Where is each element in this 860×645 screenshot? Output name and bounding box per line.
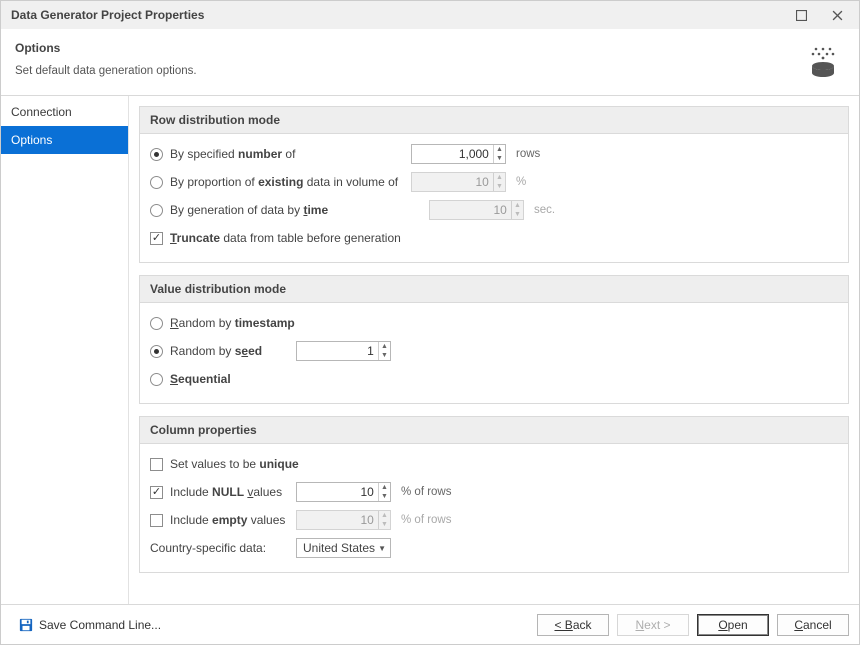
radio-icon bbox=[150, 373, 163, 386]
radio-label: By specified number of bbox=[170, 147, 295, 161]
group-title: Column properties bbox=[140, 417, 848, 444]
up-icon: ▲ bbox=[494, 145, 505, 154]
checkbox-truncate[interactable]: Truncate data from table before generati… bbox=[150, 231, 401, 245]
unit-label: sec. bbox=[534, 204, 555, 216]
null-percent-value[interactable] bbox=[297, 483, 378, 501]
spinner-arrows[interactable]: ▲▼ bbox=[493, 145, 505, 163]
group-title: Row distribution mode bbox=[140, 107, 848, 134]
window-title: Data Generator Project Properties bbox=[11, 8, 204, 22]
empty-percent-value bbox=[297, 511, 378, 529]
save-command-line-button[interactable]: Save Command Line... bbox=[11, 614, 169, 636]
open-button[interactable]: Open bbox=[697, 614, 769, 636]
radio-icon bbox=[150, 317, 163, 330]
radio-random-seed[interactable]: Random by seed bbox=[150, 344, 290, 358]
checkbox-label: Include NULL values bbox=[170, 485, 282, 499]
next-button: Next > bbox=[617, 614, 689, 636]
footer: Save Command Line... < Back Next > Open … bbox=[1, 604, 859, 644]
group-title: Value distribution mode bbox=[140, 276, 848, 303]
seed-value[interactable] bbox=[297, 342, 378, 360]
country-value: United States bbox=[303, 541, 375, 555]
radio-label: By proportion of existing data in volume… bbox=[170, 175, 398, 189]
down-icon: ▼ bbox=[512, 210, 523, 219]
radio-label: Random by seed bbox=[170, 344, 262, 358]
back-button[interactable]: < Back bbox=[537, 614, 609, 636]
up-icon: ▲ bbox=[379, 483, 390, 492]
title-bar: Data Generator Project Properties bbox=[1, 1, 859, 29]
time-value bbox=[430, 201, 511, 219]
sidebar-item-options[interactable]: Options bbox=[1, 126, 128, 154]
group-value-distribution: Value distribution mode Random by timest… bbox=[139, 275, 849, 404]
checkbox-include-null[interactable]: Include NULL values bbox=[150, 485, 290, 499]
up-icon: ▲ bbox=[512, 201, 523, 210]
radio-by-time[interactable]: By generation of data by time bbox=[150, 203, 405, 217]
save-icon bbox=[19, 618, 33, 632]
down-icon: ▼ bbox=[379, 351, 390, 360]
checkbox-icon bbox=[150, 232, 163, 245]
up-icon: ▲ bbox=[494, 173, 505, 182]
save-command-line-label: Save Command Line... bbox=[39, 618, 161, 632]
checkbox-unique[interactable]: Set values to be unique bbox=[150, 457, 299, 471]
unit-label: % bbox=[516, 176, 526, 188]
unit-label: % of rows bbox=[401, 514, 452, 526]
unit-label: % of rows bbox=[401, 486, 452, 498]
sidebar-item-connection[interactable]: Connection bbox=[1, 98, 128, 126]
rows-number-value[interactable] bbox=[412, 145, 493, 163]
page-description: Set default data generation options. bbox=[15, 65, 805, 77]
radio-label: By generation of data by time bbox=[170, 203, 328, 217]
down-icon: ▼ bbox=[379, 492, 390, 501]
spinner-arrows[interactable]: ▲▼ bbox=[378, 483, 390, 501]
chevron-down-icon: ▼ bbox=[378, 544, 386, 553]
radio-by-number[interactable]: By specified number of bbox=[150, 147, 405, 161]
page-header: Options Set default data generation opti… bbox=[1, 29, 859, 96]
radio-icon bbox=[150, 204, 163, 217]
rows-number-input[interactable]: ▲▼ bbox=[411, 144, 506, 164]
page-title: Options bbox=[15, 41, 805, 55]
country-label: Country-specific data: bbox=[150, 541, 290, 555]
checkbox-include-empty[interactable]: Include empty values bbox=[150, 513, 290, 527]
seed-input[interactable]: ▲▼ bbox=[296, 341, 391, 361]
time-input: ▲▼ bbox=[429, 200, 524, 220]
proportion-value bbox=[412, 173, 493, 191]
up-icon: ▲ bbox=[379, 511, 390, 520]
down-icon: ▼ bbox=[494, 182, 505, 191]
spinner-arrows: ▲▼ bbox=[511, 201, 523, 219]
sidebar-item-label: Connection bbox=[11, 105, 72, 119]
checkbox-label: Truncate data from table before generati… bbox=[170, 231, 401, 245]
radio-label: Random by timestamp bbox=[170, 316, 295, 330]
radio-label: Sequential bbox=[170, 372, 231, 386]
radio-icon bbox=[150, 148, 163, 161]
empty-percent-input: ▲▼ bbox=[296, 510, 391, 530]
group-column-properties: Column properties Set values to be uniqu… bbox=[139, 416, 849, 573]
null-percent-input[interactable]: ▲▼ bbox=[296, 482, 391, 502]
checkbox-icon bbox=[150, 486, 163, 499]
sidebar: Connection Options bbox=[1, 96, 129, 604]
body: Connection Options Row distribution mode… bbox=[1, 96, 859, 604]
spinner-arrows: ▲▼ bbox=[493, 173, 505, 191]
country-select[interactable]: United States ▼ bbox=[296, 538, 391, 558]
radio-sequential[interactable]: Sequential bbox=[150, 372, 231, 386]
cancel-button[interactable]: Cancel bbox=[777, 614, 849, 636]
checkbox-icon bbox=[150, 458, 163, 471]
unit-label: rows bbox=[516, 148, 540, 160]
checkbox-label: Include empty values bbox=[170, 513, 285, 527]
maximize-button[interactable] bbox=[783, 4, 819, 26]
radio-icon bbox=[150, 176, 163, 189]
proportion-input: ▲▼ bbox=[411, 172, 506, 192]
spinner-arrows[interactable]: ▲▼ bbox=[378, 342, 390, 360]
content-area: Row distribution mode By specified numbe… bbox=[129, 96, 859, 604]
data-generator-icon bbox=[805, 45, 841, 81]
group-row-distribution: Row distribution mode By specified numbe… bbox=[139, 106, 849, 263]
up-icon: ▲ bbox=[379, 342, 390, 351]
sidebar-item-label: Options bbox=[11, 133, 52, 147]
radio-random-timestamp[interactable]: Random by timestamp bbox=[150, 316, 295, 330]
spinner-arrows: ▲▼ bbox=[378, 511, 390, 529]
down-icon: ▼ bbox=[494, 154, 505, 163]
down-icon: ▼ bbox=[379, 520, 390, 529]
radio-icon bbox=[150, 345, 163, 358]
checkbox-label: Set values to be unique bbox=[170, 457, 299, 471]
close-button[interactable] bbox=[819, 4, 855, 26]
radio-by-proportion[interactable]: By proportion of existing data in volume… bbox=[150, 175, 405, 189]
checkbox-icon bbox=[150, 514, 163, 527]
